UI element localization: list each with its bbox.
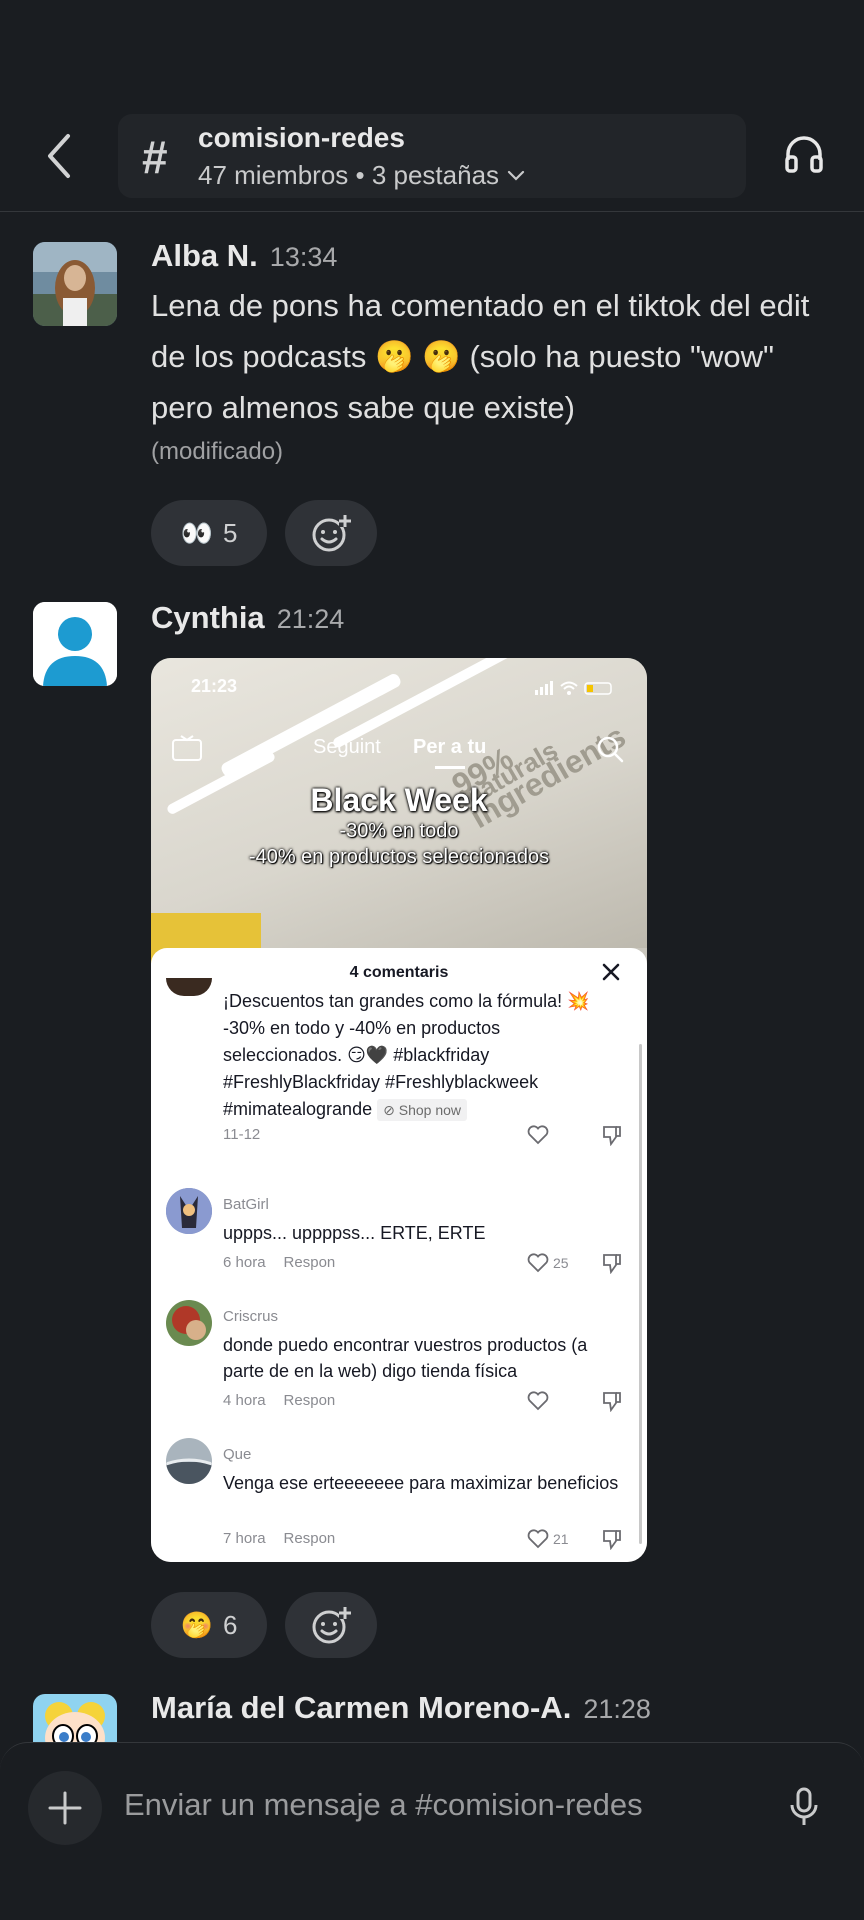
channel-meta-text: 47 miembros • 3 pestañas xyxy=(198,160,500,190)
comments-sheet: 4 comentaris ¡Descuentos tan grandes com… xyxy=(151,948,647,1562)
like-button[interactable] xyxy=(527,1124,587,1146)
back-arrow-icon[interactable] xyxy=(40,128,80,184)
chevron-down-icon xyxy=(507,170,525,181)
message-author[interactable]: María del Carmen Moreno-A. 21:28 xyxy=(151,1690,651,1726)
tab-indicator xyxy=(435,766,465,769)
like-count: 25 xyxy=(553,1255,569,1271)
reaction-eyes[interactable]: 👀 5 xyxy=(151,500,267,566)
dislike-icon[interactable] xyxy=(601,1390,623,1413)
reaction-emoji: 👀 xyxy=(180,517,213,548)
live-icon[interactable] xyxy=(171,734,205,764)
channel-hash-icon: # xyxy=(142,131,168,183)
phone-status-icons xyxy=(535,681,612,695)
add-reaction-button[interactable] xyxy=(285,500,377,566)
comment-age: 4 hora xyxy=(223,1392,266,1409)
heart-icon xyxy=(527,1391,549,1411)
message-author[interactable]: Alba N. 13:34 xyxy=(151,238,337,274)
channel-name: comision-redes xyxy=(198,122,405,153)
promo-line-1: -30% en todo xyxy=(339,820,459,842)
promo-line-2: -40% en productos seleccionados xyxy=(248,846,550,868)
reaction-count: 6 xyxy=(222,1609,238,1640)
dislike-icon[interactable] xyxy=(601,1252,623,1275)
caption-date: 11-12 xyxy=(223,1126,261,1143)
comment-meta: 4 hora Respon xyxy=(223,1392,335,1409)
channel-info-button[interactable]: # comision-redes 47 miembros • 3 pestaña… xyxy=(118,114,746,198)
comment-age: 7 hora xyxy=(223,1530,266,1547)
scrollbar[interactable] xyxy=(639,1044,642,1544)
phone-status-time: 21:23 xyxy=(191,676,238,696)
shop-now-label: Shop now xyxy=(398,1102,462,1118)
comment-meta: 6 hora Respon xyxy=(223,1254,335,1271)
like-button[interactable] xyxy=(527,1390,587,1412)
avatar[interactable] xyxy=(166,1188,212,1234)
comment-text: uppps... uppppss... ERTE, ERTE xyxy=(223,1223,486,1243)
message-composer: Enviar un mensaje a #comision-redes xyxy=(0,1742,864,1920)
message-input[interactable]: Enviar un mensaje a #comision-redes xyxy=(124,1787,643,1823)
message-text: Lena de pons ha comentado en el tiktok d… xyxy=(151,288,810,425)
channel-header: # comision-redes 47 miembros • 3 pestaña… xyxy=(0,0,864,212)
heart-icon xyxy=(527,1529,549,1549)
avatar[interactable] xyxy=(166,1300,212,1346)
message-author[interactable]: Cynthia 21:24 xyxy=(151,600,344,636)
message-time: 21:28 xyxy=(583,1694,651,1724)
comment-username[interactable]: Que xyxy=(223,1446,251,1463)
dislike-icon[interactable] xyxy=(601,1124,623,1147)
reaction-hand-over-mouth[interactable]: 🤭 6 xyxy=(151,1592,267,1658)
tab-following[interactable]: Seguint xyxy=(313,736,381,759)
like-count: 21 xyxy=(553,1531,569,1547)
comments-count-title: 4 comentaris xyxy=(349,964,449,981)
comment-meta: 7 hora Respon xyxy=(223,1530,335,1547)
image-attachment[interactable]: 99% ingredients naturals 21:23 Seguint P… xyxy=(151,658,647,1562)
heart-icon xyxy=(527,1253,549,1273)
tab-for-you[interactable]: Per a tu xyxy=(413,736,486,759)
channel-meta: 47 miembros • 3 pestañas xyxy=(198,160,525,191)
reaction-count: 5 xyxy=(222,517,238,548)
reaction-emoji: 🤭 xyxy=(180,1609,213,1640)
add-reaction-button[interactable] xyxy=(285,1592,377,1658)
headphones-icon[interactable] xyxy=(784,134,824,174)
comment-username[interactable]: Criscrus xyxy=(223,1308,278,1325)
add-emoji-icon xyxy=(312,515,351,552)
author-name[interactable]: Alba N. xyxy=(151,238,258,273)
plus-icon xyxy=(48,1791,82,1825)
edited-label: (modificado) xyxy=(151,438,284,465)
microphone-icon[interactable] xyxy=(788,1787,820,1827)
promo-title: Black Week xyxy=(310,782,488,818)
avatar[interactable] xyxy=(166,978,212,996)
reply-button[interactable]: Respon xyxy=(284,1392,336,1409)
author-name[interactable]: María del Carmen Moreno-A. xyxy=(151,1690,571,1725)
comment-username[interactable]: BatGirl xyxy=(223,1196,269,1213)
avatar[interactable] xyxy=(166,1438,212,1484)
add-emoji-icon xyxy=(312,1607,351,1644)
author-name[interactable]: Cynthia xyxy=(151,600,265,635)
message-time: 13:34 xyxy=(269,242,338,272)
dislike-icon[interactable] xyxy=(601,1528,623,1551)
comment-age: 6 hora xyxy=(223,1254,266,1271)
shop-now-link[interactable]: ⊘ Shop now xyxy=(377,1099,468,1121)
reply-button[interactable]: Respon xyxy=(284,1254,336,1271)
avatar[interactable] xyxy=(33,602,117,686)
heart-icon xyxy=(527,1125,549,1145)
message-time: 21:24 xyxy=(276,604,345,634)
caption: ¡Descuentos tan grandes como la fórmula!… xyxy=(223,988,623,1123)
comment-text: donde puedo encontrar vuestros productos… xyxy=(223,1335,588,1381)
avatar[interactable] xyxy=(33,242,117,326)
like-button[interactable]: 21 xyxy=(527,1528,587,1550)
search-icon[interactable] xyxy=(595,734,625,769)
comment-text: Venga ese erteeeeeee para maximizar bene… xyxy=(223,1473,619,1493)
reply-button[interactable]: Respon xyxy=(284,1530,336,1547)
like-button[interactable]: 25 xyxy=(527,1252,587,1274)
close-icon[interactable] xyxy=(601,962,621,982)
attach-button[interactable] xyxy=(28,1771,102,1845)
